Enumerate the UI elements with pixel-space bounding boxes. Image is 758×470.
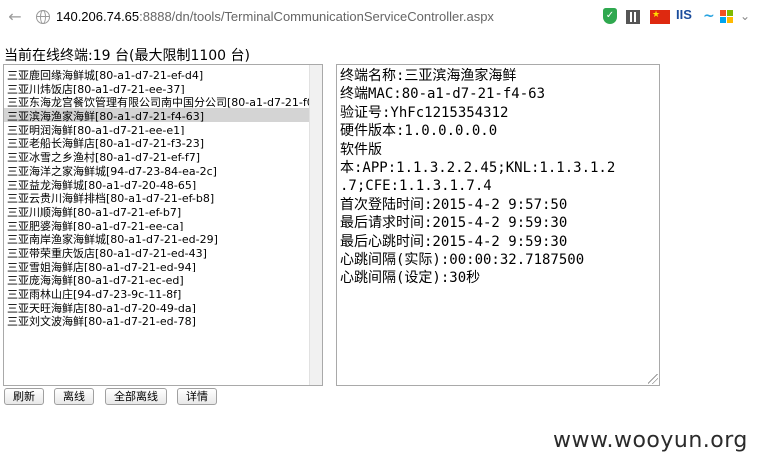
details-line: 心跳间隔(设定):30秒	[340, 270, 481, 287]
terminal-list-item[interactable]: 三亚明润海鲜[80-a1-d7-21-ee-e1]	[4, 122, 311, 136]
terminal-list-item[interactable]: 三亚雪姐海鲜店[80-a1-d7-21-ed-94]	[4, 259, 311, 273]
terminal-list-item[interactable]: 三亚益龙海鲜城[80-a1-d7-20-48-65]	[4, 177, 311, 191]
details-text: 终端名称:三亚滨海渔家海鲜终端MAC:80-a1-d7-21-f4-63 验证号:…	[340, 67, 656, 288]
details-line: 最后请求时间:2015-4-2 9:59:30	[340, 215, 568, 232]
china-flag-icon[interactable]: ★	[650, 10, 670, 24]
back-arrow-icon[interactable]: ←	[6, 8, 24, 26]
windows-icon[interactable]	[720, 10, 734, 24]
wave-icon[interactable]: ~	[703, 8, 715, 26]
listbox-scrollbar[interactable]	[309, 65, 322, 385]
details-line: 软件版	[340, 141, 382, 158]
all-offline-button[interactable]: 全部离线	[105, 388, 167, 405]
terminal-list-item[interactable]: 三亚天旺海鲜店[80-a1-d7-20-49-da]	[4, 300, 311, 314]
details-line: 本:APP:1.1.3.2.2.45;KNL:1.1.3.1.2	[340, 160, 616, 177]
terminal-listbox[interactable]: 三亚鹿回缘海鲜城[80-a1-d7-21-ef-d4] 三亚川炜饭店[80-a1-…	[3, 64, 323, 386]
address-bar[interactable]: 140.206.74.65:8888/dn/tools/TerminalComm…	[32, 5, 592, 29]
browser-toolbar: ← 140.206.74.65:8888/dn/tools/TerminalCo…	[0, 0, 758, 34]
details-line: .7;CFE:1.1.3.1.7.4	[340, 178, 492, 195]
terminal-list-item[interactable]: 三亚雨林山庄[94-d7-23-9c-11-8f]	[4, 286, 311, 300]
globe-icon	[36, 10, 50, 24]
details-line: 验证号:YhFc1215354312	[340, 104, 509, 121]
online-terminal-count: 当前在线终端:19 台(最大限制1100 台)	[4, 48, 250, 64]
resize-handle-icon[interactable]	[648, 374, 658, 384]
terminal-list-item[interactable]: 三亚云贵川海鲜排档[80-a1-d7-21-ef-b8]	[4, 190, 311, 204]
terminal-list-item[interactable]: 三亚刘文波海鲜[80-a1-d7-21-ed-78]	[4, 313, 311, 327]
shield-icon[interactable]: ✓	[603, 8, 617, 24]
terminal-details-textarea[interactable]: 终端名称:三亚滨海渔家海鲜终端MAC:80-a1-d7-21-f4-63 验证号:…	[336, 64, 660, 386]
url-text[interactable]: 140.206.74.65:8888/dn/tools/TerminalComm…	[56, 9, 494, 24]
terminal-list-item[interactable]: 三亚冰雪之乡渔村[80-a1-d7-21-ef-f7]	[4, 149, 311, 163]
details-line: 终端MAC:80-a1-d7-21-f4-63	[340, 86, 546, 103]
terminal-list-item[interactable]: 三亚庞海海鲜[80-a1-d7-21-ec-ed]	[4, 272, 311, 286]
watermark: www.wooyun.org	[553, 428, 748, 453]
terminal-list-item[interactable]: 三亚东海龙宫餐饮管理有限公司南中国分公司[80-a1-d7-21-f0-	[4, 94, 311, 108]
iis-icon[interactable]: IIS	[676, 7, 692, 25]
details-line: 首次登陆时间:2015-4-2 9:57:50	[340, 196, 568, 213]
refresh-button[interactable]: 刷新	[4, 388, 44, 405]
terminal-list-item[interactable]: 三亚老船长海鲜店[80-a1-d7-21-f3-23]	[4, 135, 311, 149]
details-line: 终端名称:三亚滨海渔家海鲜	[340, 68, 517, 84]
terminal-list-item[interactable]: 三亚肥婆海鲜[80-a1-d7-21-ee-ca]	[4, 218, 311, 232]
chevron-down-icon[interactable]: ⌄	[740, 9, 750, 27]
terminal-list-item[interactable]: 三亚海洋之家海鲜城[94-d7-23-84-ea-2c]	[4, 163, 311, 177]
terminal-list-item[interactable]: 三亚滨海渔家海鲜[80-a1-d7-21-f4-63]	[4, 108, 311, 122]
details-button[interactable]: 详情	[177, 388, 217, 405]
details-line: 心跳间隔(实际):00:00:32.7187500	[340, 252, 585, 269]
terminal-list-item[interactable]: 三亚南岸渔家海鲜城[80-a1-d7-21-ed-29]	[4, 231, 311, 245]
terminal-list-item[interactable]: 三亚带荣重庆饭店[80-a1-d7-21-ed-43]	[4, 245, 311, 259]
details-line: 硬件版本:1.0.0.0.0.0	[340, 123, 498, 140]
terminal-list-item[interactable]: 三亚川顺海鲜[80-a1-d7-21-ef-b7]	[4, 204, 311, 218]
details-line: 最后心跳时间:2015-4-2 9:59:30	[340, 233, 568, 250]
terminal-list-item[interactable]: 三亚川炜饭店[80-a1-d7-21-ee-37]	[4, 81, 311, 95]
terminal-list-item[interactable]: 三亚鹿回缘海鲜城[80-a1-d7-21-ef-d4]	[4, 67, 311, 81]
qr-code-icon[interactable]	[626, 10, 640, 24]
terminal-list: 三亚鹿回缘海鲜城[80-a1-d7-21-ef-d4] 三亚川炜饭店[80-a1-…	[4, 67, 311, 327]
offline-button[interactable]: 离线	[54, 388, 94, 405]
